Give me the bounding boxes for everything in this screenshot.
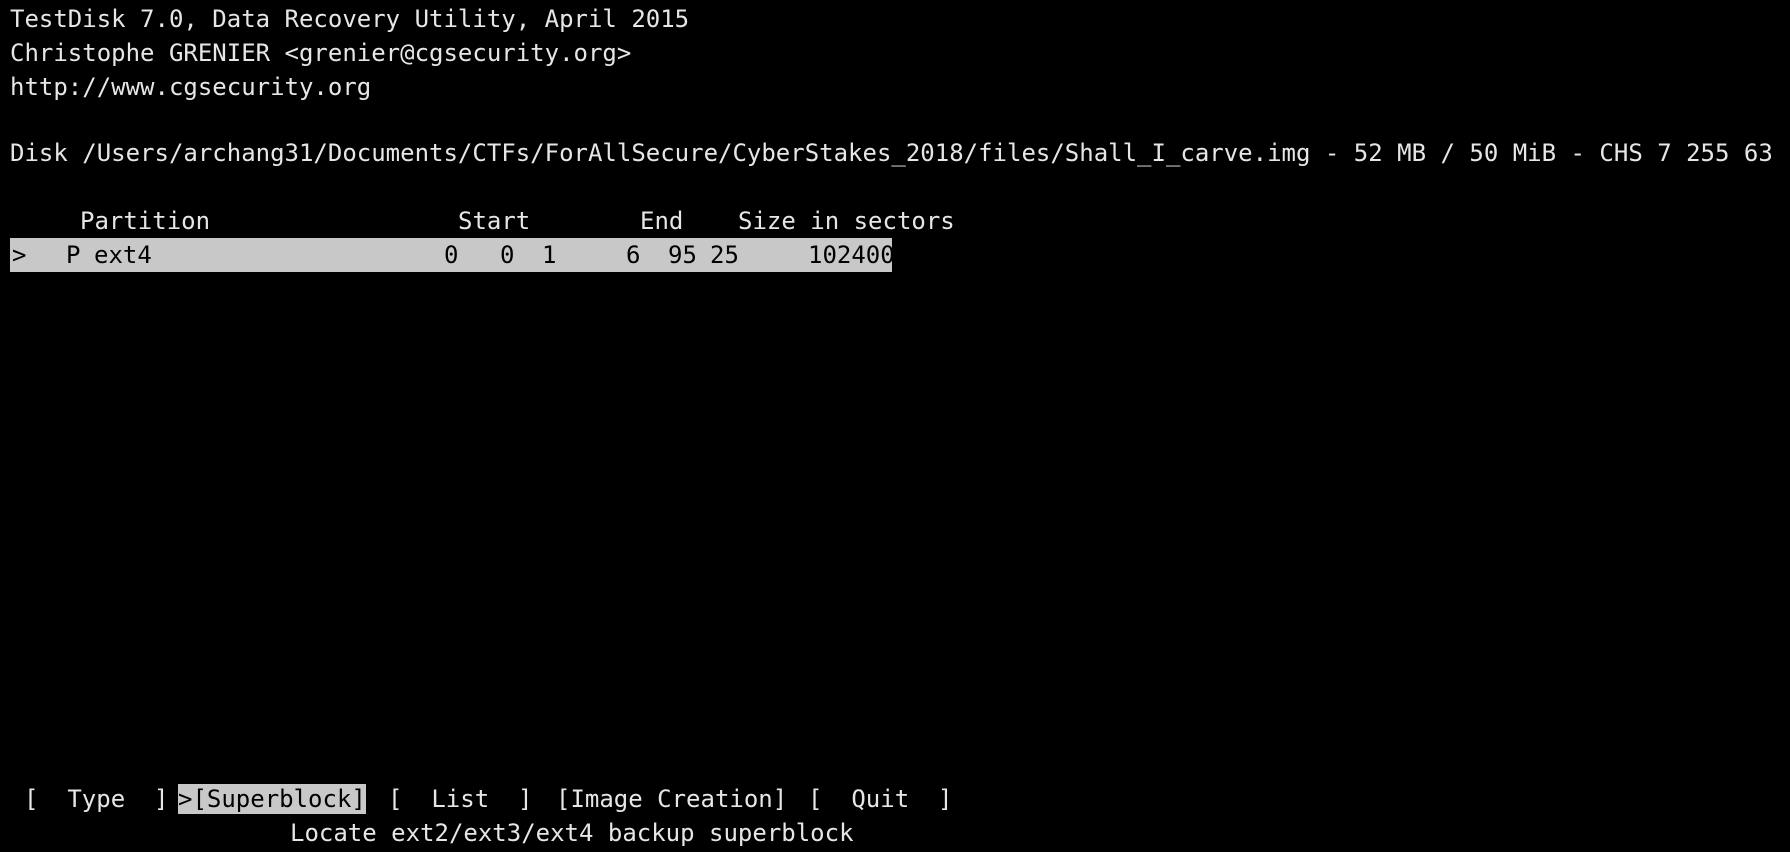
start-head: 0 — [500, 241, 515, 269]
menu-list-button[interactable]: [ List ] — [388, 784, 533, 814]
author-line: Christophe GRENIER <grenier@cgsecurity.o… — [10, 39, 632, 67]
partition-type: ext4 — [94, 241, 152, 269]
app-title-line: TestDisk 7.0, Data Recovery Utility, Apr… — [10, 5, 690, 33]
terminal-window: TestDisk 7.0, Data Recovery Utility, Apr… — [0, 0, 1790, 852]
menu-quit-button[interactable]: [ Quit ] — [808, 784, 953, 814]
size-in-sectors: 102400 — [808, 241, 895, 269]
menu-hint-text: Locate ext2/ext3/ext4 backup superblock — [290, 819, 854, 847]
start-cylinder: 0 — [444, 241, 459, 269]
end-sector: 25 — [710, 241, 739, 269]
partition-row-selected[interactable]: > P ext4 0 0 1 6 95 25 102400 — [10, 238, 895, 272]
row-cursor: > — [12, 241, 27, 269]
header-end: End — [640, 207, 684, 235]
disk-info-line: Disk /Users/archang31/Documents/CTFs/For… — [10, 139, 1773, 167]
start-sector: 1 — [542, 241, 557, 269]
end-cylinder: 6 — [626, 241, 641, 269]
header-partition: Partition — [80, 207, 211, 235]
partition-flag: P — [66, 241, 81, 269]
menu-type-button[interactable]: [ Type ] — [24, 784, 169, 814]
header-start: Start — [458, 207, 531, 235]
menu-image-creation-button[interactable]: [Image Creation] — [556, 784, 787, 814]
header-size: Size in sectors — [738, 207, 955, 235]
end-head: 95 — [668, 241, 697, 269]
menu-superblock-button[interactable]: >[Superblock] — [178, 784, 366, 814]
url-line: http://www.cgsecurity.org — [10, 73, 372, 101]
